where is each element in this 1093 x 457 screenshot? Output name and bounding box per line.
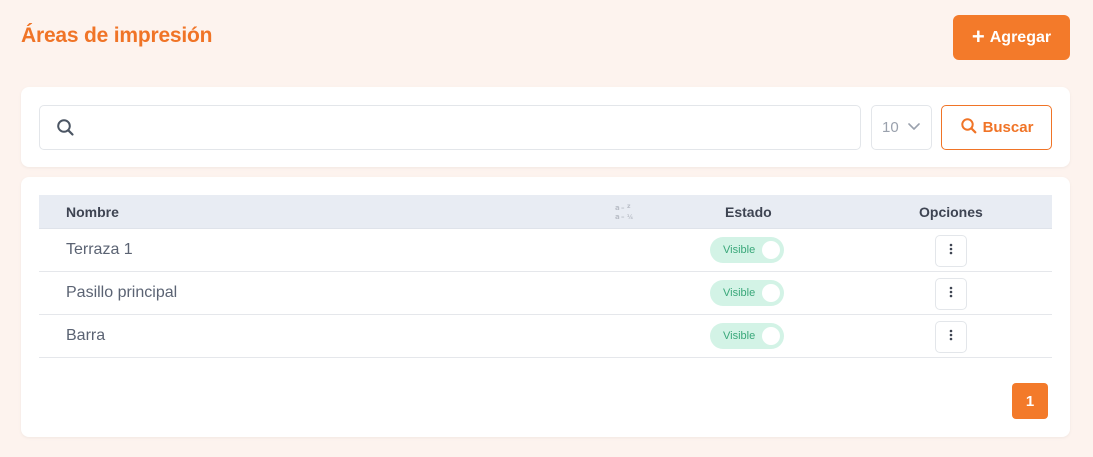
page-title: Áreas de impresión [21, 24, 213, 47]
column-header-status: Estado [725, 204, 772, 220]
search-icon [960, 117, 978, 139]
row-options-button[interactable] [935, 278, 967, 310]
add-button-label: Agregar [989, 28, 1052, 46]
page-size-value: 10 [882, 119, 899, 136]
search-box[interactable] [39, 105, 861, 150]
table-row: Pasillo principal Visible [39, 272, 1052, 315]
svg-text:–: – [621, 204, 625, 212]
table-card: Nombre a – z a – ¼ Estado Opciones Terra… [21, 177, 1070, 437]
kebab-menu-icon [949, 328, 953, 346]
row-name: Pasillo principal [66, 284, 178, 301]
add-button[interactable]: + Agregar [953, 15, 1070, 60]
svg-text:a: a [615, 204, 620, 212]
visibility-toggle[interactable]: Visible [710, 280, 784, 306]
pagination-page-button[interactable]: 1 [1012, 383, 1048, 419]
table-row: Terraza 1 Visible [39, 229, 1052, 272]
search-icon [56, 118, 76, 143]
svg-text:a: a [615, 213, 620, 221]
search-input[interactable] [86, 106, 846, 149]
kebab-menu-icon [949, 285, 953, 303]
visibility-toggle[interactable]: Visible [710, 237, 784, 263]
table-row: Barra Visible [39, 315, 1052, 358]
chevron-down-icon [907, 119, 921, 136]
toggle-knob [762, 327, 780, 345]
search-card: 10 Buscar [21, 87, 1070, 167]
visibility-toggle[interactable]: Visible [710, 323, 784, 349]
page-size-select[interactable]: 10 [871, 105, 932, 150]
column-header-options: Opciones [919, 204, 983, 220]
row-name: Terraza 1 [66, 241, 133, 258]
sort-alpha-icon[interactable]: a – z a – ¼ [613, 202, 635, 225]
svg-text:–: – [621, 213, 625, 221]
table-header: Nombre a – z a – ¼ Estado Opciones [39, 195, 1052, 229]
plus-icon: + [971, 23, 985, 49]
toggle-knob [762, 241, 780, 259]
svg-text:¼: ¼ [627, 214, 633, 221]
column-header-name[interactable]: Nombre [66, 204, 119, 220]
status-label: Visible [723, 330, 756, 342]
status-label: Visible [723, 244, 756, 256]
row-name: Barra [66, 327, 106, 344]
search-button[interactable]: Buscar [941, 105, 1052, 150]
row-options-button[interactable] [935, 235, 967, 267]
toggle-knob [762, 284, 780, 302]
status-label: Visible [723, 287, 756, 299]
row-options-button[interactable] [935, 321, 967, 353]
kebab-menu-icon [949, 242, 953, 260]
search-button-label: Buscar [982, 119, 1034, 136]
svg-text:z: z [627, 203, 631, 210]
